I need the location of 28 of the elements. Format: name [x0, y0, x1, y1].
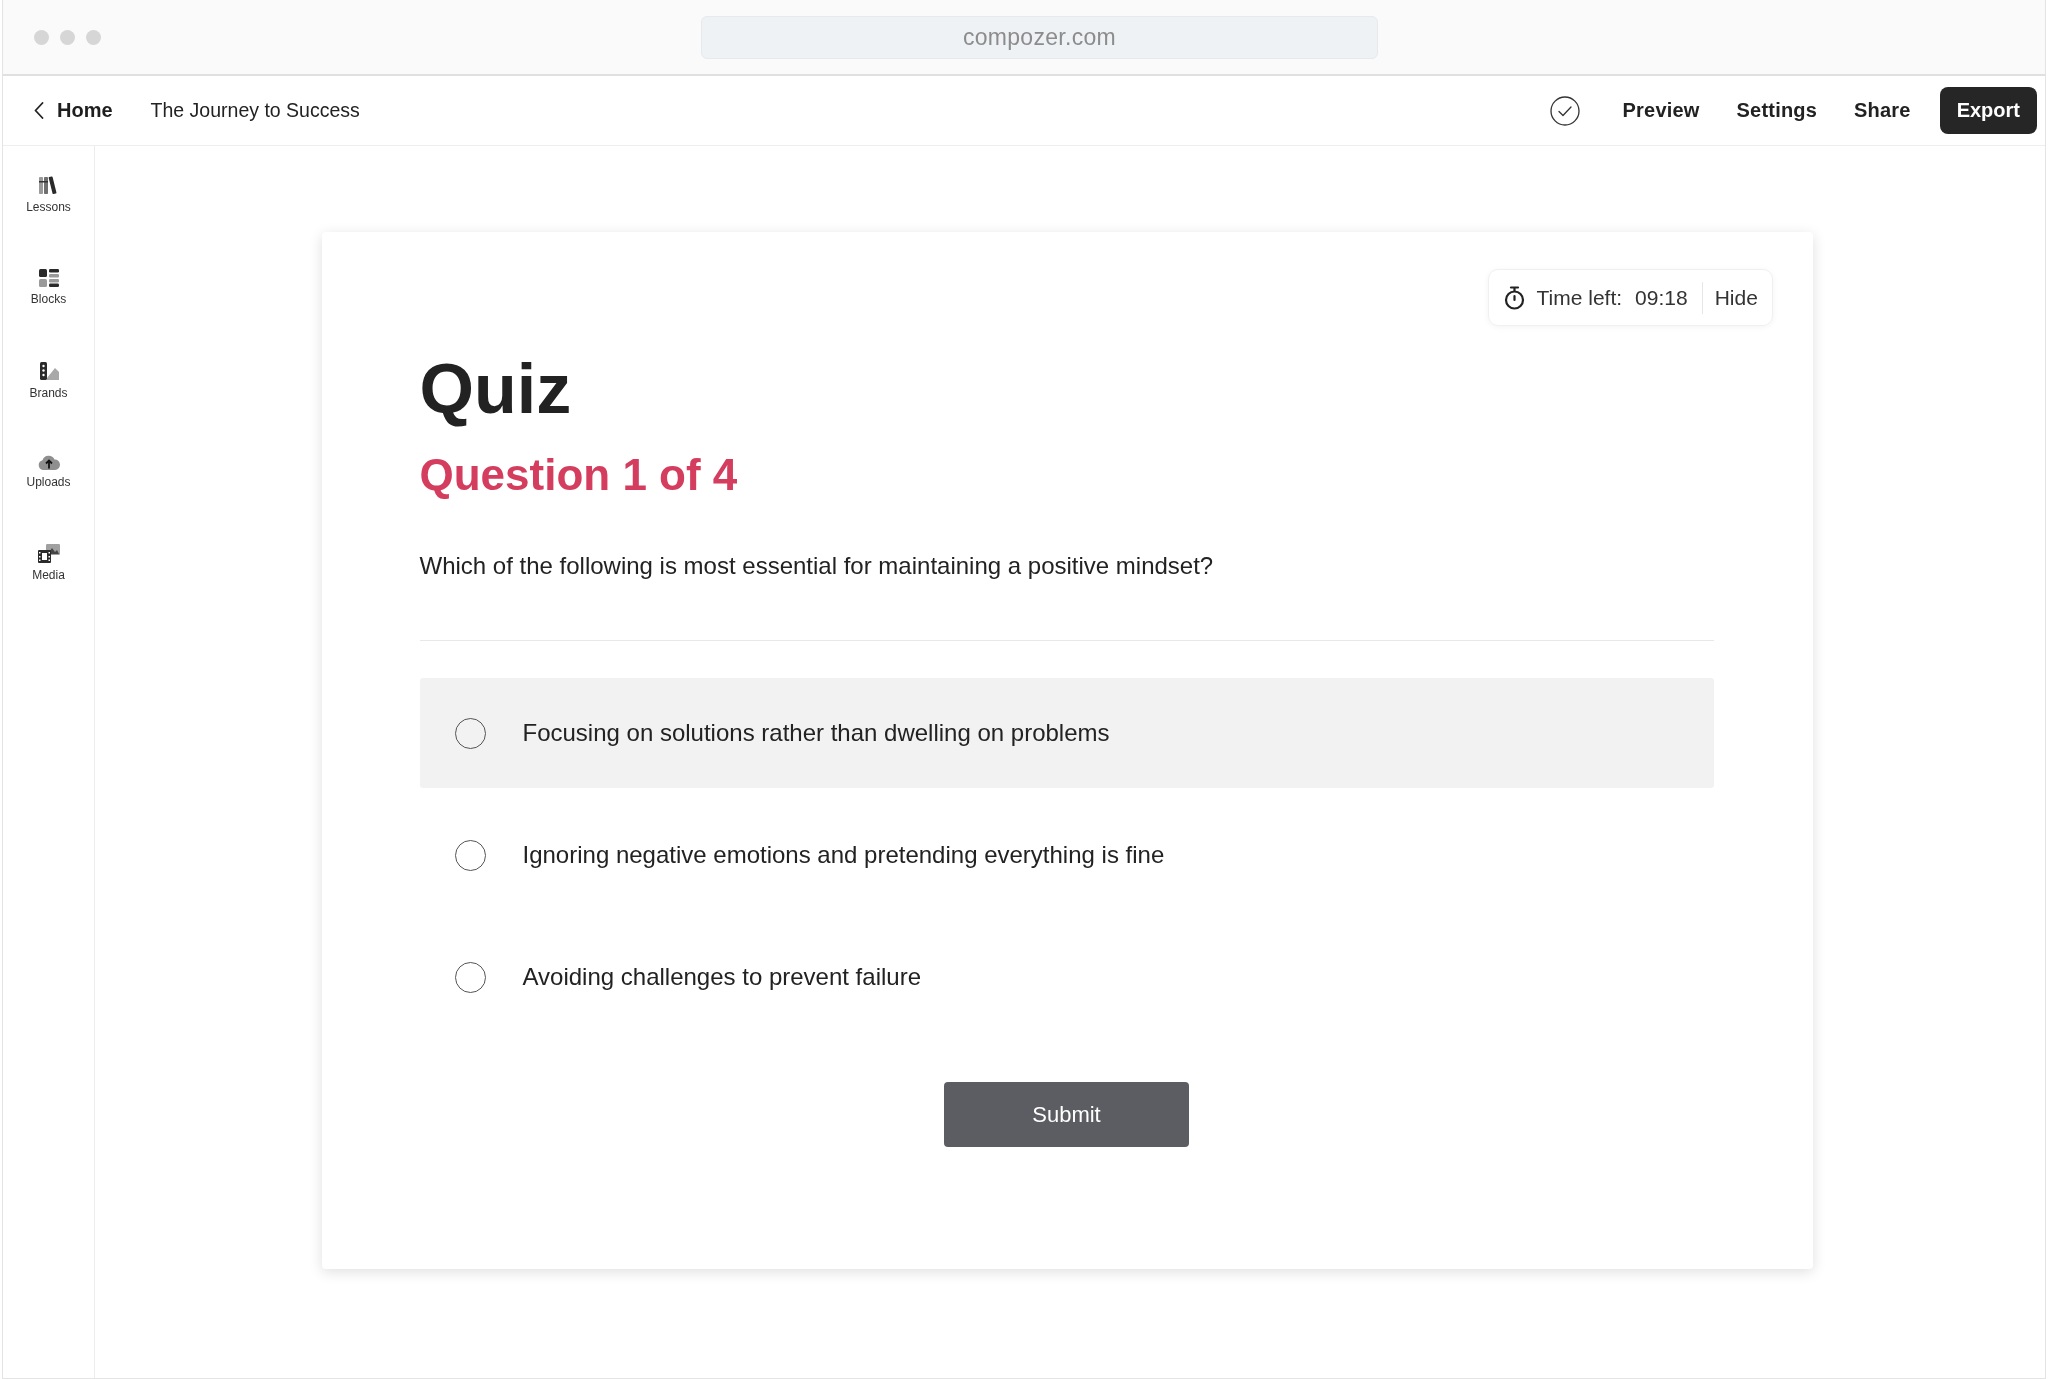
sidebar-item[interactable]: Media: [32, 544, 65, 582]
cloud-upload-icon: [37, 455, 60, 470]
answer-option[interactable]: Ignoring negative emotions and pretending everything is fine: [419, 800, 1714, 910]
film-image-icon: [37, 544, 60, 563]
stopwatch-icon: [1503, 285, 1525, 310]
swatch-icon: [38, 361, 59, 381]
submit-button[interactable]: Submit: [944, 1082, 1189, 1147]
export-button[interactable]: Export: [1939, 87, 2037, 134]
header-link[interactable]: Share: [1854, 99, 1911, 122]
chevron-left-icon: [34, 102, 44, 119]
hide-button[interactable]: Hide: [1714, 285, 1758, 310]
answer-option[interactable]: Avoiding challenges to prevent failure: [419, 922, 1714, 1032]
sidebar-item[interactable]: Blocks: [30, 269, 67, 306]
back-button[interactable]: Home: [34, 99, 113, 122]
header-link[interactable]: Settings: [1736, 99, 1818, 122]
books-icon: [38, 175, 59, 195]
sidebar-item[interactable]: Brands: [29, 361, 68, 400]
sidebar-item[interactable]: Lessons: [26, 175, 71, 214]
answer-option[interactable]: Focusing on solutions rather than dwelling on problems: [419, 678, 1714, 788]
timer-value: 09:18: [1635, 285, 1688, 310]
header-link[interactable]: Preview: [1622, 99, 1700, 122]
question-text: Which of the following is most essential for maintaining a positive mindset?: [419, 551, 1215, 581]
blocks-icon: [38, 269, 59, 287]
check-circle-icon: [1549, 95, 1580, 126]
document-title: The Journey to Success: [150, 99, 360, 122]
sidebar-item[interactable]: Uploads: [26, 455, 71, 489]
timer-label: Time left:: [1536, 285, 1623, 310]
question-counter: Question 1 of 4: [419, 453, 739, 497]
